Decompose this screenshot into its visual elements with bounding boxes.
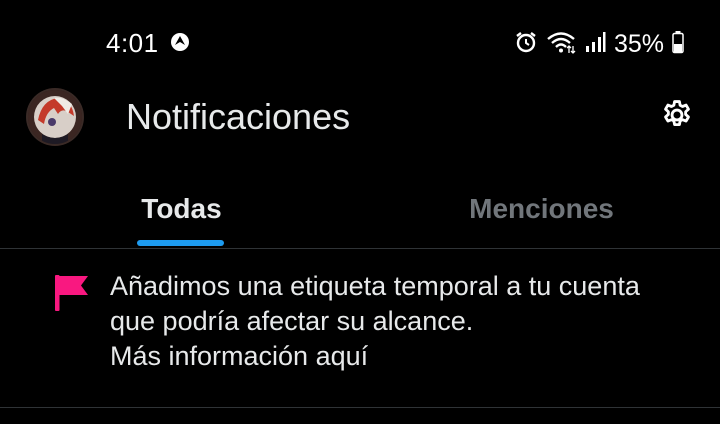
tab-bar: Todas Menciones [0, 176, 720, 249]
alarm-icon [514, 30, 538, 59]
header: Notificaciones [0, 90, 720, 152]
avatar[interactable] [28, 90, 82, 144]
battery-icon [672, 30, 684, 59]
gear-icon [660, 98, 694, 137]
status-bar: 4:01 35% [0, 0, 720, 90]
flag-icon [54, 273, 90, 313]
compass-icon [170, 32, 190, 52]
notification-text: Añadimos una etiqueta temporal a tu cuen… [110, 269, 690, 374]
settings-button[interactable] [658, 98, 696, 136]
status-time: 4:01 [106, 28, 159, 58]
status-icons: 35% [514, 28, 684, 60]
active-tab-indicator [137, 240, 224, 246]
battery-percentage: 35% [613, 29, 664, 58]
wifi-icon [546, 30, 576, 59]
page-title: Notificaciones [126, 96, 351, 137]
tab-label: Menciones [469, 193, 614, 224]
notification-message: Añadimos una etiqueta temporal a tu cuen… [110, 271, 640, 336]
more-info-link[interactable]: Más información aquí [110, 341, 368, 371]
tab-menciones[interactable]: Menciones [360, 176, 720, 248]
tab-label: Todas [141, 193, 222, 224]
tab-todas[interactable]: Todas [0, 176, 360, 248]
notification-item[interactable]: Añadimos una etiqueta temporal a tu cuen… [0, 249, 720, 408]
signal-icon [584, 31, 606, 58]
